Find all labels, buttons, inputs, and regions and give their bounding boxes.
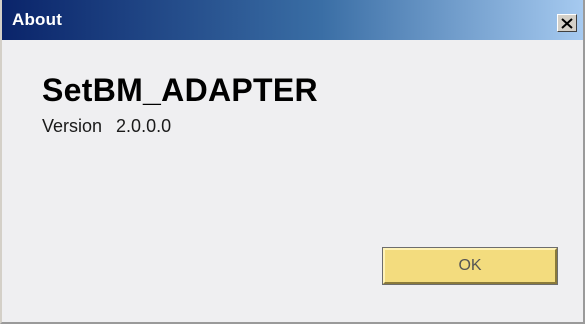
about-dialog: About SetBM_ADAPTER Version 2.0.0.0 OK: [0, 0, 585, 324]
version-label: Version: [42, 116, 103, 136]
close-icon: [561, 17, 573, 29]
version-value: 2.0.0.0: [116, 116, 172, 136]
ok-button[interactable]: OK: [382, 247, 558, 285]
version-row: Version 2.0.0.0: [42, 116, 171, 137]
window-title: About: [12, 10, 63, 29]
app-name: SetBM_ADAPTER: [42, 72, 318, 108]
title-bar[interactable]: About: [2, 0, 583, 40]
close-button[interactable]: [557, 14, 577, 32]
dialog-content: SetBM_ADAPTER Version 2.0.0.0 OK: [2, 40, 583, 322]
ok-button-label: OK: [458, 257, 482, 274]
